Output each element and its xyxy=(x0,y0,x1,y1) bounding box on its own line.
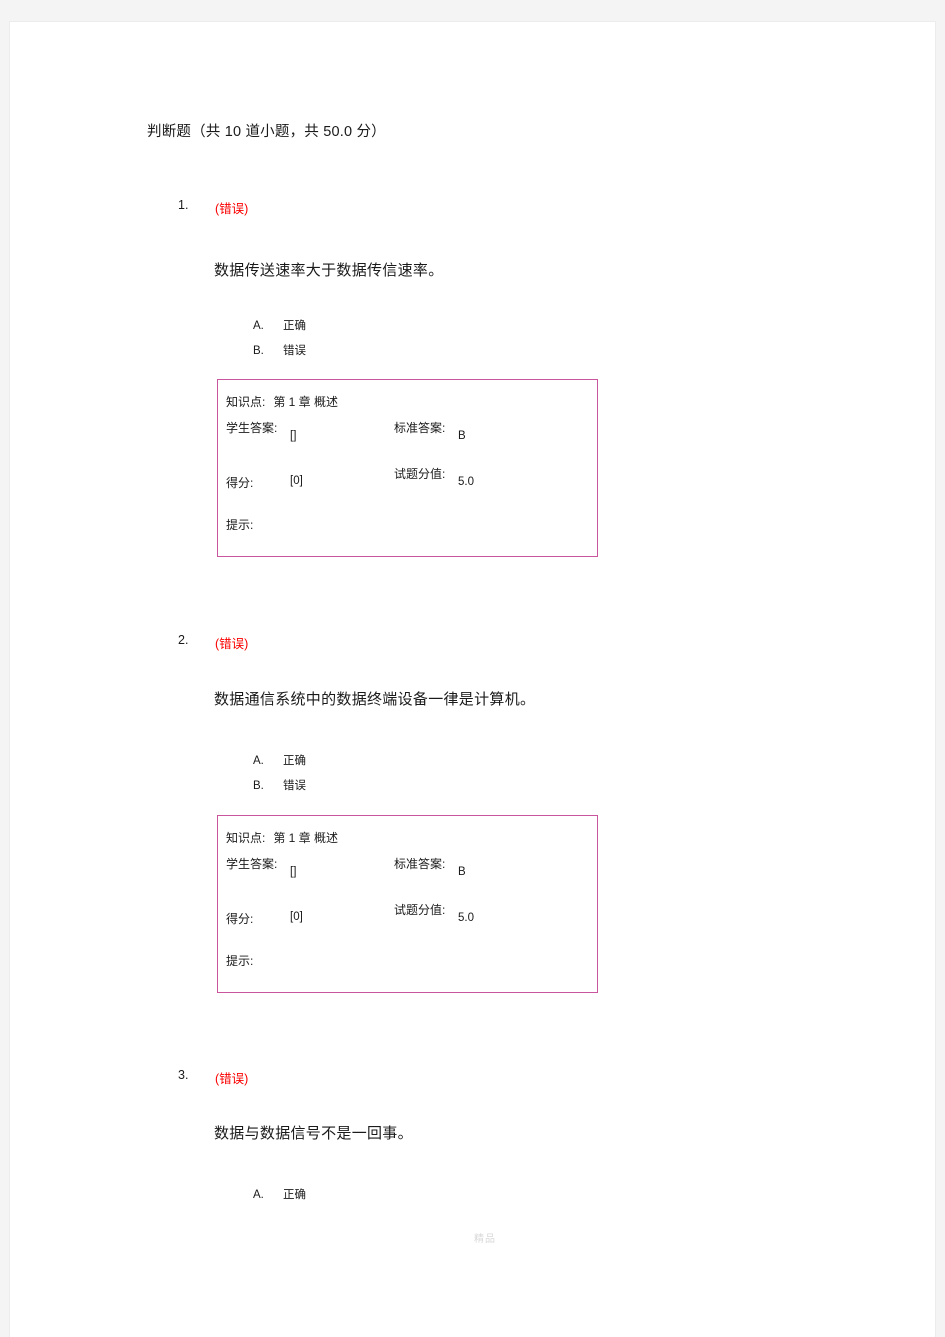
option-label: 正确 xyxy=(283,1189,306,1201)
question-stem: 数据传送速率大于数据传信速率。 xyxy=(214,262,444,279)
option-letter: A. xyxy=(253,320,264,332)
full-score-label: 试题分值: xyxy=(394,467,446,481)
answer-detail-box: 知识点: 第 1 章 概述 学生答案: [] 标准答案: B 得分: [0] 试题… xyxy=(217,815,598,993)
student-answer-value: [] xyxy=(290,430,297,442)
knowledge-point-value: 第 1 章 概述 xyxy=(273,831,339,845)
question-index: 2. xyxy=(178,633,189,647)
question-option[interactable]: A. 正确 xyxy=(253,1186,306,1202)
option-label: 错误 xyxy=(283,780,306,792)
page-watermark: 精品 xyxy=(474,1234,496,1245)
knowledge-point-value: 第 1 章 概述 xyxy=(273,395,339,409)
standard-answer-label: 标准答案: xyxy=(394,421,446,435)
question-verdict-badge: (错误) xyxy=(215,202,249,216)
standard-answer-value: B xyxy=(458,430,466,442)
question-option[interactable]: B. 错误 xyxy=(253,342,306,358)
option-label: 错误 xyxy=(283,345,306,357)
full-score-value: 5.0 xyxy=(458,476,474,488)
option-letter: A. xyxy=(253,755,264,767)
tip-label: 提示: xyxy=(226,518,254,532)
score-value: [0] xyxy=(290,911,303,923)
knowledge-point-row: 知识点: 第 1 章 概述 xyxy=(226,829,338,846)
student-answer-label: 学生答案: xyxy=(226,857,278,871)
option-letter: B. xyxy=(253,345,264,357)
knowledge-point-label: 知识点: xyxy=(226,831,266,845)
knowledge-point-label: 知识点: xyxy=(226,395,266,409)
option-letter: A. xyxy=(253,1189,264,1201)
student-answer-value: [] xyxy=(290,866,297,878)
question-index: 3. xyxy=(178,1068,189,1082)
tip-label: 提示: xyxy=(226,954,254,968)
question-option[interactable]: A. 正确 xyxy=(253,317,306,333)
question-stem: 数据与数据信号不是一回事。 xyxy=(214,1125,413,1142)
score-label: 得分: xyxy=(226,912,254,926)
option-letter: B. xyxy=(253,780,264,792)
score-value: [0] xyxy=(290,475,303,487)
question-option[interactable]: B. 错误 xyxy=(253,777,306,793)
question-index: 1. xyxy=(178,198,189,212)
standard-answer-label: 标准答案: xyxy=(394,857,446,871)
full-score-label: 试题分值: xyxy=(394,903,446,917)
question-verdict-badge: (错误) xyxy=(215,1072,249,1086)
option-label: 正确 xyxy=(283,755,306,767)
option-label: 正确 xyxy=(283,320,306,332)
question-option[interactable]: A. 正确 xyxy=(253,752,306,768)
question-verdict-badge: (错误) xyxy=(215,637,249,651)
standard-answer-value: B xyxy=(458,866,466,878)
full-score-value: 5.0 xyxy=(458,912,474,924)
question-stem: 数据通信系统中的数据终端设备一律是计算机。 xyxy=(214,691,536,708)
knowledge-point-row: 知识点: 第 1 章 概述 xyxy=(226,393,338,410)
score-label: 得分: xyxy=(226,476,254,490)
answer-detail-box: 知识点: 第 1 章 概述 学生答案: [] 标准答案: B 得分: [0] 试题… xyxy=(217,379,598,557)
section-title: 判断题（共 10 道小题，共 50.0 分） xyxy=(147,124,386,140)
document-page: 判断题（共 10 道小题，共 50.0 分） 1. (错误) 数据传送速率大于数… xyxy=(10,22,935,1337)
student-answer-label: 学生答案: xyxy=(226,421,278,435)
